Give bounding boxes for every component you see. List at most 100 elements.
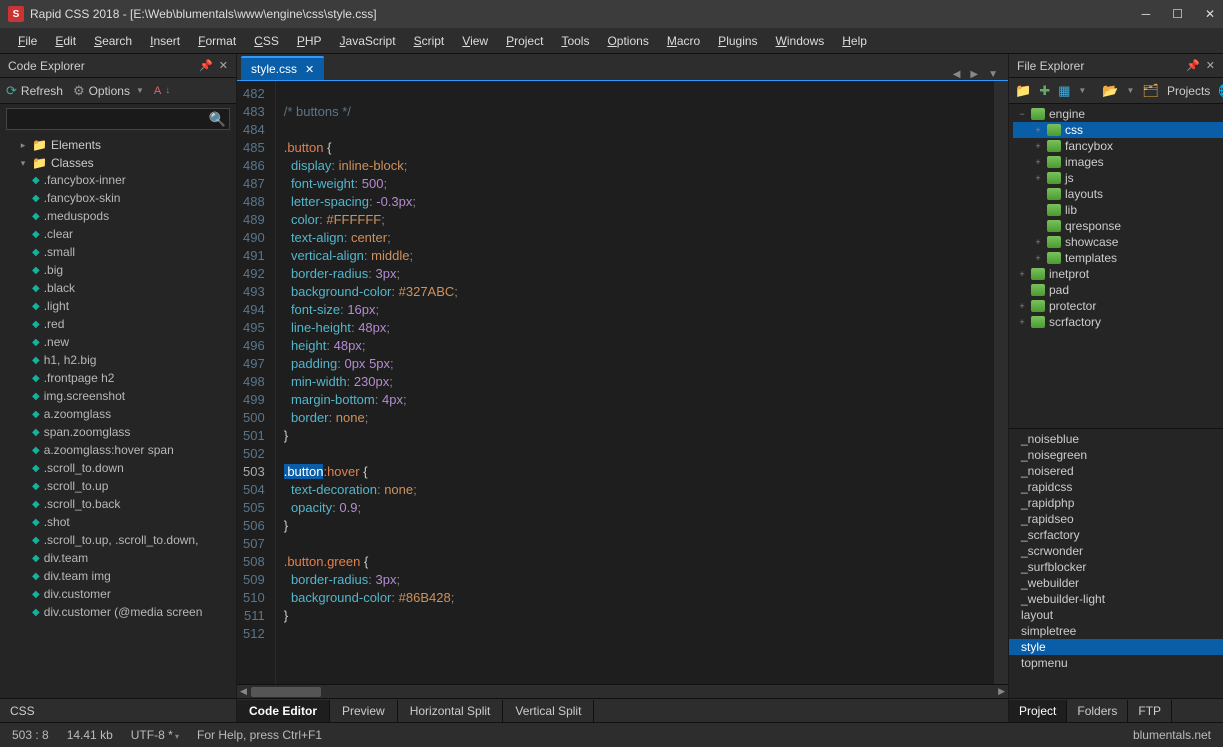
file-item-_noisered[interactable]: _noisered <box>1009 463 1223 479</box>
sort-button[interactable]: A↓ <box>154 85 170 97</box>
scroll-right-icon[interactable]: ▶ <box>998 686 1005 697</box>
class-item[interactable]: ◆ .small <box>28 244 236 260</box>
file-item-topmenu[interactable]: topmenu <box>1009 655 1223 671</box>
refresh-button[interactable]: ⟳Refresh <box>6 83 63 99</box>
menu-php[interactable]: PHP <box>291 32 328 50</box>
file-item-_webuilder[interactable]: _webuilder <box>1009 575 1223 591</box>
folder-item-qresponse[interactable]: qresponse <box>1013 218 1223 234</box>
file-item-layout[interactable]: layout <box>1009 607 1223 623</box>
scroll-left-icon[interactable]: ◀ <box>240 686 247 697</box>
code-editor[interactable]: 4824834844854864874884894904914924934944… <box>237 80 1008 684</box>
menu-plugins[interactable]: Plugins <box>712 32 763 50</box>
folder-item-inetprot[interactable]: + inetprot <box>1013 266 1223 282</box>
class-item[interactable]: ◆ div.customer (@media screen <box>28 604 236 620</box>
class-item[interactable]: ◆ span.zoomglass <box>28 424 236 440</box>
pin-icon[interactable]: 📌 <box>199 59 213 72</box>
vertical-scrollbar[interactable] <box>994 81 1008 684</box>
code-explorer-tab-css[interactable]: CSS <box>10 704 35 718</box>
view-tab-preview[interactable]: Preview <box>330 700 398 722</box>
class-item[interactable]: ◆ .new <box>28 334 236 350</box>
menu-windows[interactable]: Windows <box>770 32 831 50</box>
view-tab-code-editor[interactable]: Code Editor <box>237 700 330 722</box>
class-item[interactable]: ◆ .fancybox-inner <box>28 172 236 188</box>
class-item[interactable]: ◆ .scroll_to.up <box>28 478 236 494</box>
menu-tools[interactable]: Tools <box>555 32 595 50</box>
close-button[interactable]: ✕ <box>1205 7 1215 21</box>
file-item-style[interactable]: style <box>1009 639 1223 655</box>
menu-insert[interactable]: Insert <box>144 32 186 50</box>
menu-format[interactable]: Format <box>192 32 242 50</box>
class-item[interactable]: ◆ .shot <box>28 514 236 530</box>
view-tab-horizontal-split[interactable]: Horizontal Split <box>398 700 504 722</box>
menu-css[interactable]: CSS <box>248 32 285 50</box>
class-item[interactable]: ◆ div.team img <box>28 568 236 584</box>
tab-close-icon[interactable]: ✕ <box>305 63 314 76</box>
folder-item-layouts[interactable]: layouts <box>1013 186 1223 202</box>
tab-menu-icon[interactable]: ▼ <box>988 69 998 80</box>
code-explorer-search-input[interactable] <box>6 108 230 130</box>
code-area[interactable]: /* buttons */ .button { display: inline-… <box>276 81 994 684</box>
class-item[interactable]: ◆ .black <box>28 280 236 296</box>
globe-icon[interactable]: 🌐 <box>1218 83 1223 99</box>
menu-file[interactable]: File <box>12 32 43 50</box>
file-item-_surfblocker[interactable]: _surfblocker <box>1009 559 1223 575</box>
tree-folder-elements[interactable]: ▸📁 Elements <box>14 137 236 153</box>
new-file-icon[interactable]: ✚ <box>1039 83 1050 99</box>
class-item[interactable]: ◆ .frontpage h2 <box>28 370 236 386</box>
file-item-_noisegreen[interactable]: _noisegreen <box>1009 447 1223 463</box>
menu-search[interactable]: Search <box>88 32 138 50</box>
tree-folder-classes[interactable]: ▾📁 Classes <box>14 155 236 171</box>
folder-item-images[interactable]: + images <box>1013 154 1223 170</box>
folder-item-showcase[interactable]: + showcase <box>1013 234 1223 250</box>
file-item-_webuilder-light[interactable]: _webuilder-light <box>1009 591 1223 607</box>
search-icon[interactable]: 🔍 <box>209 111 226 128</box>
file-item-_rapidcss[interactable]: _rapidcss <box>1009 479 1223 495</box>
pin-icon[interactable]: 📌 <box>1186 59 1200 72</box>
fe-tab-project[interactable]: Project <box>1009 700 1067 722</box>
class-item[interactable]: ◆ h1, h2.big <box>28 352 236 368</box>
class-item[interactable]: ◆ img.screenshot <box>28 388 236 404</box>
scroll-thumb[interactable] <box>251 687 321 697</box>
file-item-_rapidphp[interactable]: _rapidphp <box>1009 495 1223 511</box>
folder-item-templates[interactable]: + templates <box>1013 250 1223 266</box>
class-item[interactable]: ◆ .meduspods <box>28 208 236 224</box>
class-item[interactable]: ◆ .clear <box>28 226 236 242</box>
editor-tab[interactable]: style.css ✕ <box>241 56 324 80</box>
options-button[interactable]: ⚙Options▼ <box>73 83 144 99</box>
folder-item-scrfactory[interactable]: + scrfactory <box>1013 314 1223 330</box>
file-item-simpletree[interactable]: simpletree <box>1009 623 1223 639</box>
menu-help[interactable]: Help <box>836 32 873 50</box>
panel-close-icon[interactable]: ✕ <box>219 59 228 72</box>
file-item-_scrwonder[interactable]: _scrwonder <box>1009 543 1223 559</box>
folder-item-protector[interactable]: + protector <box>1013 298 1223 314</box>
class-item[interactable]: ◆ a.zoomglass <box>28 406 236 422</box>
folder-item-lib[interactable]: lib <box>1013 202 1223 218</box>
tab-next-icon[interactable]: ▶ <box>970 69 978 80</box>
projects-icon[interactable]: 🗂 <box>1142 83 1159 99</box>
menu-options[interactable]: Options <box>601 32 654 50</box>
file-item-_noiseblue[interactable]: _noiseblue <box>1009 431 1223 447</box>
file-item-_rapidseo[interactable]: _rapidseo <box>1009 511 1223 527</box>
menu-macro[interactable]: Macro <box>661 32 706 50</box>
panel-close-icon[interactable]: ✕ <box>1206 59 1215 72</box>
view-tab-vertical-split[interactable]: Vertical Split <box>503 700 594 722</box>
class-item[interactable]: ◆ .scroll_to.back <box>28 496 236 512</box>
class-item[interactable]: ◆ .scroll_to.up, .scroll_to.down, <box>28 532 236 548</box>
folder-item-pad[interactable]: pad <box>1013 282 1223 298</box>
fe-tab-folders[interactable]: Folders <box>1067 700 1128 722</box>
class-item[interactable]: ◆ .big <box>28 262 236 278</box>
minimize-button[interactable]: ─ <box>1142 7 1151 21</box>
class-item[interactable]: ◆ a.zoomglass:hover span <box>28 442 236 458</box>
class-item[interactable]: ◆ .red <box>28 316 236 332</box>
tab-prev-icon[interactable]: ◀ <box>953 69 961 80</box>
projects-label[interactable]: Projects <box>1167 84 1210 98</box>
folder-item-engine[interactable]: − engine <box>1013 106 1223 122</box>
horizontal-scrollbar[interactable]: ◀ ▶ <box>237 684 1008 698</box>
folder-item-css[interactable]: + css <box>1013 122 1223 138</box>
menu-script[interactable]: Script <box>408 32 451 50</box>
class-item[interactable]: ◆ .light <box>28 298 236 314</box>
open-project-icon[interactable]: 📁 <box>1015 83 1031 99</box>
folder-item-fancybox[interactable]: + fancybox <box>1013 138 1223 154</box>
status-encoding[interactable]: UTF-8 * <box>131 728 179 742</box>
folder-open-icon[interactable]: 📂 <box>1102 83 1118 99</box>
